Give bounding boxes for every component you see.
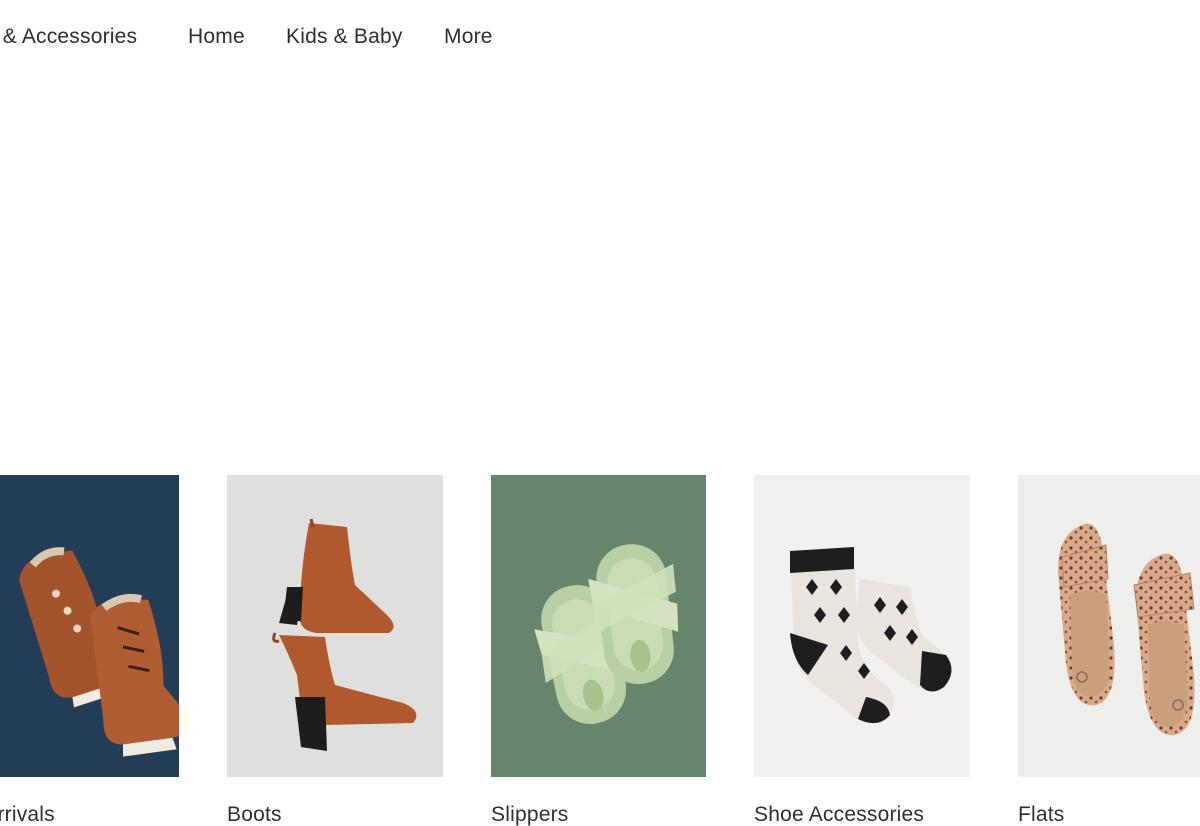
socks-photo [754,475,970,777]
boots-photo [0,475,179,777]
nav-item-home[interactable]: Home [188,22,245,52]
page: y & Accessories Home Kids & Baby More rr… [0,0,1200,826]
category-image-shoe-accessories[interactable] [754,475,970,777]
category-image-boots[interactable] [227,475,443,777]
category-label-slippers[interactable]: Slippers [491,802,568,826]
category-tile-slippers[interactable]: Slippers [491,475,706,826]
category-label-new-arrivals[interactable]: w Arrivals [0,802,55,826]
category-tile-new-arrivals[interactable]: w Arrivals [0,475,179,826]
category-label-boots[interactable]: Boots [227,802,282,826]
category-image-slippers[interactable] [491,475,706,777]
category-tile-flats[interactable]: Flats [1018,475,1200,826]
category-image-flats[interactable] [1018,475,1200,777]
nav-item-kids-baby[interactable]: Kids & Baby [286,22,403,52]
category-image-new-arrivals[interactable] [0,475,179,777]
category-label-shoe-accessories[interactable]: Shoe Accessories [754,802,924,826]
category-tile-shoe-accessories[interactable]: Shoe Accessories [754,475,970,826]
category-tile-boots[interactable]: Boots [227,475,443,826]
slippers-photo [491,475,706,777]
flats-photo [1018,475,1200,777]
nav-item-jewelry-accessories[interactable]: y & Accessories [0,22,137,52]
category-label-flats[interactable]: Flats [1018,802,1065,826]
nav-item-more[interactable]: More [444,22,493,52]
ankle-boots-photo [227,475,443,777]
